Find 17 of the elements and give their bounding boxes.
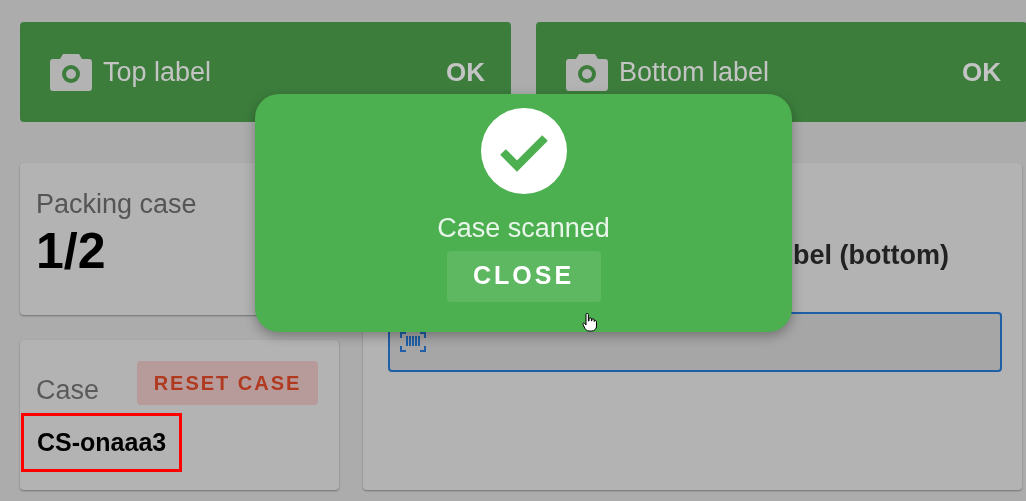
case-label: Case: [36, 374, 100, 407]
dialog-message: Case scanned: [437, 212, 610, 245]
scan-panel-heading: bel (bottom): [793, 240, 949, 270]
hand-cursor-icon: [582, 313, 597, 332]
status-card-label: Bottom label: [619, 55, 770, 89]
camera-icon: [49, 52, 93, 92]
reset-case-button[interactable]: RESET CASE: [137, 361, 319, 406]
camera-icon: [565, 52, 609, 92]
status-card-label: Top label: [103, 55, 212, 89]
packing-case-label: Packing case: [36, 188, 197, 221]
status-text: OK: [446, 55, 485, 89]
case-code: CS-onaaa3: [21, 412, 183, 472]
close-button[interactable]: CLOSE: [446, 250, 601, 302]
status-text: OK: [962, 55, 1001, 89]
check-circle-icon: [480, 108, 567, 194]
barcode-scan-icon: [400, 331, 426, 352]
packing-case-count: 1/2: [36, 222, 106, 281]
